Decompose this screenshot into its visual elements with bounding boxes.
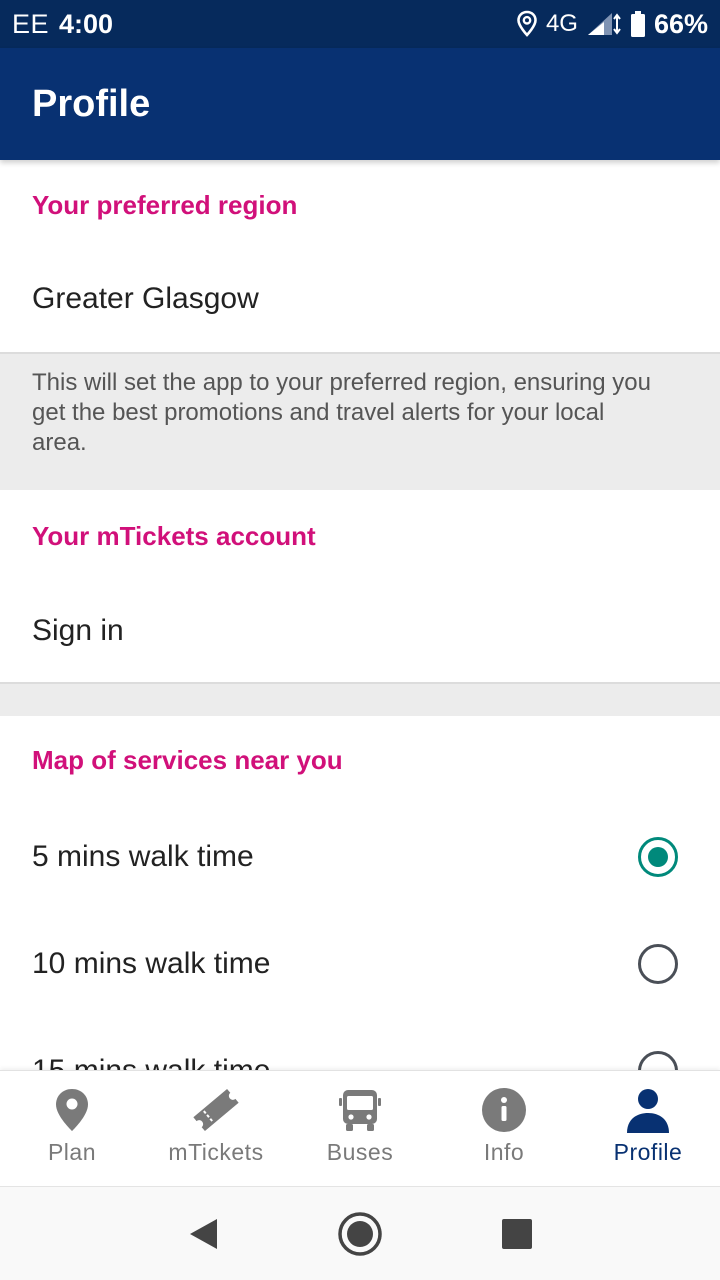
- walk-option-label: 10 mins walk time: [32, 947, 271, 980]
- region-section-header: Your preferred region: [32, 189, 298, 220]
- nav-label: Buses: [326, 1139, 394, 1165]
- map-section-header: Map of services near you: [32, 744, 343, 775]
- nav-label: Plan: [47, 1139, 97, 1165]
- carrier-name: EE: [12, 8, 50, 39]
- location-icon: [516, 10, 538, 38]
- status-clock: 4:00: [59, 8, 114, 39]
- sign-in-label: Sign in: [32, 614, 124, 647]
- nav-item-mtickets[interactable]: mTickets: [144, 1071, 288, 1186]
- region-value: Greater Glasgow: [32, 282, 259, 315]
- ticket-icon: [193, 1088, 239, 1132]
- info-icon: [482, 1088, 526, 1132]
- walk-option-label: 15 mins walk time: [32, 1054, 270, 1070]
- nav-label: Info: [483, 1139, 525, 1165]
- account-section-header: Your mTickets account: [32, 520, 316, 551]
- app-bar: Profile: [0, 48, 720, 160]
- nav-item-info[interactable]: Info: [432, 1071, 576, 1186]
- network-type: 4G: [545, 10, 578, 37]
- nav-item-profile[interactable]: Profile: [576, 1071, 720, 1186]
- nav-item-plan[interactable]: Plan: [0, 1071, 144, 1186]
- nav-item-buses[interactable]: Buses: [288, 1071, 432, 1186]
- walk-option-5[interactable]: 5 mins walk time: [0, 804, 720, 910]
- section-spacer: [0, 684, 720, 716]
- status-right: 4G 66%: [516, 9, 708, 40]
- system-navigation-bar: [0, 1186, 720, 1280]
- walk-option-label: 5 mins walk time: [32, 840, 254, 873]
- radio-unselected[interactable]: [638, 1051, 678, 1070]
- person-icon: [627, 1089, 669, 1133]
- home-icon[interactable]: [337, 1211, 383, 1257]
- recents-icon[interactable]: [501, 1218, 533, 1250]
- status-bar: EE 4:00 4G 66%: [0, 0, 720, 48]
- battery-icon: [630, 10, 646, 38]
- nav-label: Profile: [613, 1139, 683, 1165]
- status-left: EE 4:00: [12, 9, 113, 40]
- signal-icon: [586, 11, 622, 37]
- sign-in-row[interactable]: Sign in: [0, 582, 720, 682]
- map-pin-icon: [56, 1089, 88, 1131]
- page-title: Profile: [32, 82, 151, 125]
- back-icon[interactable]: [187, 1217, 219, 1251]
- region-selector[interactable]: Greater Glasgow: [0, 250, 720, 352]
- walk-option-10[interactable]: 10 mins walk time: [0, 910, 720, 1018]
- walk-option-15[interactable]: 15 mins walk time: [0, 1018, 720, 1070]
- profile-content[interactable]: Your preferred region Greater Glasgow Th…: [0, 160, 720, 1070]
- battery-percentage: 66%: [653, 8, 708, 39]
- region-note: This will set the app to your preferred …: [0, 354, 720, 490]
- bus-icon: [339, 1090, 381, 1131]
- radio-unselected[interactable]: [638, 944, 678, 984]
- bottom-navigation: Plan mTickets Buses Info Profile: [0, 1070, 720, 1186]
- radio-selected[interactable]: [638, 837, 678, 877]
- nav-label: mTickets: [168, 1139, 264, 1165]
